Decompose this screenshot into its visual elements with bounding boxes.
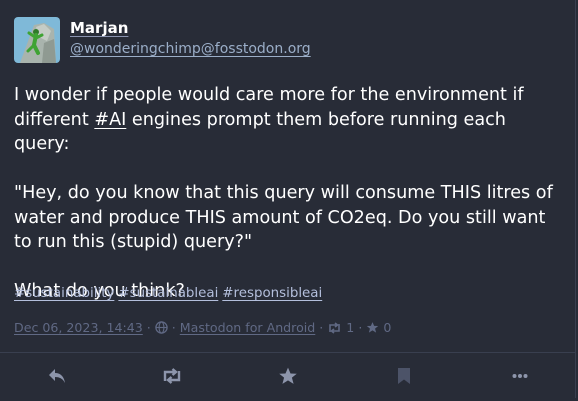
- status-meta: Dec 06, 2023, 14:43 · · Mastodon for And…: [14, 320, 391, 335]
- application-link[interactable]: Mastodon for Android: [180, 320, 315, 335]
- favourite-icon: [279, 367, 297, 384]
- separator: ·: [358, 320, 363, 335]
- more-icon: [512, 374, 528, 378]
- star-icon: [366, 321, 379, 334]
- bookmark-button[interactable]: [392, 364, 416, 388]
- boost-icon: [327, 321, 342, 334]
- content-paragraph: I wonder if people would care more for t…: [14, 83, 566, 157]
- globe-icon: [155, 321, 168, 334]
- reply-button[interactable]: [45, 364, 69, 388]
- hashtag-link[interactable]: #responsibleai: [222, 286, 322, 301]
- reply-icon: [49, 369, 65, 383]
- display-name[interactable]: Marjan: [70, 19, 128, 37]
- favourite-button[interactable]: [276, 364, 300, 388]
- hashtag-link[interactable]: #sustainableai: [118, 286, 218, 301]
- separator: ·: [171, 320, 176, 335]
- separator: ·: [146, 320, 151, 335]
- separator: ·: [319, 320, 324, 335]
- status-content: I wonder if people would care more for t…: [14, 83, 566, 304]
- status-card: Marjan @wonderingchimp@fosstodon.org I w…: [0, 0, 576, 352]
- avatar[interactable]: [14, 17, 60, 63]
- timestamp-link[interactable]: Dec 06, 2023, 14:43: [14, 320, 143, 335]
- content-paragraph: "Hey, do you know that this query will c…: [14, 183, 553, 252]
- hashtag-link[interactable]: #AI: [94, 110, 126, 130]
- boost-count: 1: [346, 320, 355, 335]
- hashtag-link[interactable]: #sustainability: [14, 286, 114, 301]
- action-bar: [0, 352, 576, 398]
- boost-icon: [163, 368, 181, 384]
- account-handle[interactable]: @wonderingchimp@fosstodon.org: [70, 41, 311, 57]
- boost-button[interactable]: [160, 364, 184, 388]
- hashtag-bar: #sustainability #sustainableai #responsi…: [14, 286, 322, 301]
- climber-avatar-image: [14, 17, 60, 63]
- more-button[interactable]: [508, 364, 532, 388]
- favourite-count: 0: [383, 320, 392, 335]
- bookmark-icon: [398, 368, 410, 384]
